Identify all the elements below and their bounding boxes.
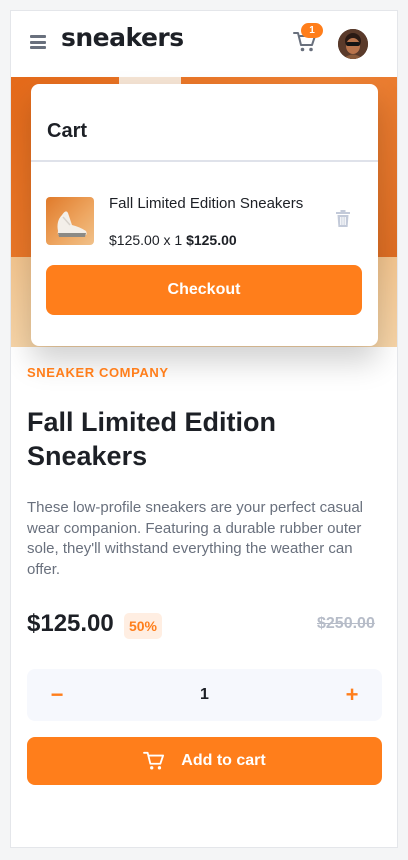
cart-divider xyxy=(31,160,378,162)
product-description: These low-profile sneakers are your perf… xyxy=(27,499,363,578)
cart-item-thumbnail xyxy=(46,197,94,245)
product-title: Fall Limited Edition Sneakers xyxy=(27,407,276,471)
company-label: SNEAKER COMPANY xyxy=(27,365,169,380)
cart-item-price: $125.00 x 1 $125.00 xyxy=(109,232,237,248)
cart-popup: Cart Fall Limited Edition Sneakers $125.… xyxy=(31,84,378,346)
cart-title: Cart xyxy=(47,120,88,142)
cart-icon xyxy=(143,751,165,771)
hamburger-menu-icon[interactable] xyxy=(30,35,46,49)
user-avatar[interactable] xyxy=(338,29,368,59)
quantity-value: 1 xyxy=(200,686,209,703)
add-to-cart-button[interactable]: Add to cart xyxy=(27,737,382,785)
cart-count-badge: 1 xyxy=(301,23,323,38)
header: sneakers 1 xyxy=(11,11,397,77)
checkout-button[interactable]: Checkout xyxy=(46,265,362,315)
current-price: $125.00 xyxy=(27,610,114,637)
app-frame: sneakers 1 Cart Fall Limited Edition Sne… xyxy=(10,10,398,848)
increase-quantity-button[interactable]: + xyxy=(322,669,382,721)
original-price: $250.00 xyxy=(317,615,375,632)
trash-icon[interactable] xyxy=(336,210,350,227)
decrease-quantity-button[interactable]: − xyxy=(27,669,87,721)
cart-item-unit-line: $125.00 x 1 xyxy=(109,232,183,248)
discount-badge: 50% xyxy=(124,613,162,639)
cart-item-total: $125.00 xyxy=(186,232,237,248)
cart-item-name: Fall Limited Edition Sneakers xyxy=(109,195,304,212)
quantity-stepper: − 1 + xyxy=(27,669,382,721)
logo[interactable]: sneakers xyxy=(61,23,184,52)
add-to-cart-label: Add to cart xyxy=(181,752,266,769)
